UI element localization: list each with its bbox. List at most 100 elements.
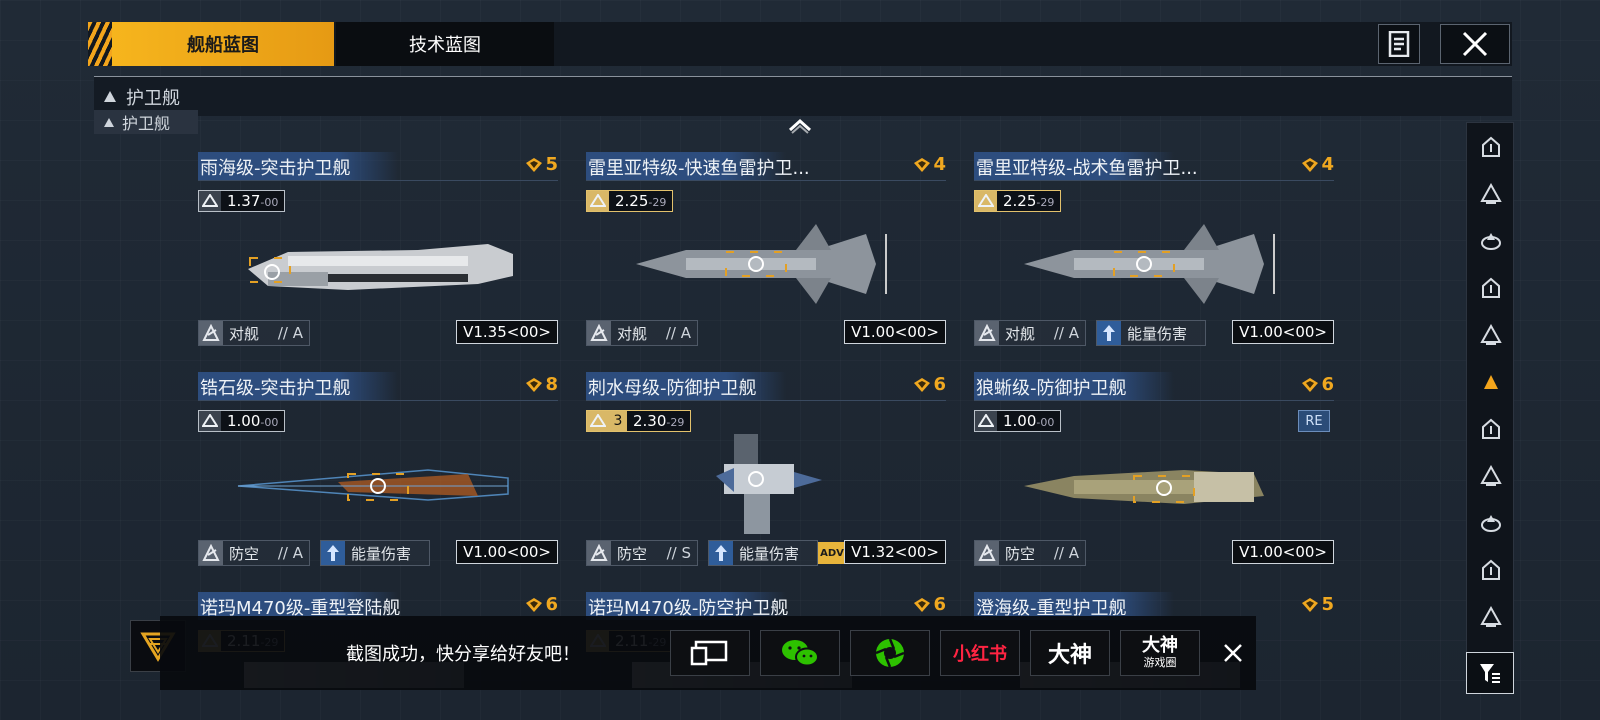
gem-icon [1302, 597, 1319, 612]
section-label: 护卫舰 [126, 87, 180, 109]
share-toast: 截图成功，快分享给好友吧！ 小红书 大神 大神 游戏圈 [160, 616, 1256, 690]
sidebar-item-hangar[interactable] [1471, 127, 1511, 167]
attribute-tag: 对舰 // A [974, 320, 1086, 346]
class-icon [587, 191, 609, 211]
level-main: 1.00 [227, 412, 261, 430]
gem-icon [1302, 157, 1319, 172]
card-title: 刺水母级-防御护卫舰 [588, 378, 757, 399]
level-pill: 1.00-00 [198, 410, 286, 432]
energy-icon [321, 541, 345, 565]
blueprint-card[interactable]: 狼蜥级-防御护卫舰 6 1.00-00 RE 防空 // A V1.00<00> [974, 372, 1340, 580]
tab-ship-blueprint[interactable]: 舰船蓝图 [112, 22, 334, 66]
sidebar-item-squad[interactable] [1471, 456, 1511, 496]
cost-value: 6 [1321, 374, 1334, 395]
frigate-icon [1484, 375, 1498, 389]
sidebar-item-station[interactable] [1471, 503, 1511, 543]
level-sub: 29 [1040, 196, 1055, 209]
gem-icon [526, 597, 543, 612]
gem-icon [914, 157, 931, 172]
sidebar-item-cruiser[interactable] [1471, 174, 1511, 214]
document-button[interactable] [1378, 24, 1420, 64]
cost-badge: 5 [1302, 594, 1334, 615]
cost-value: 6 [933, 374, 946, 395]
ship-image [1004, 434, 1314, 534]
screenshot-icon [690, 640, 728, 666]
cost-badge: 4 [914, 154, 946, 175]
cost-value: 5 [545, 154, 558, 175]
attribute-tag: 对舰 // A [586, 320, 698, 346]
chevron-up-icon[interactable] [786, 116, 814, 134]
sidebar-item-carrier[interactable] [1471, 221, 1511, 261]
wechat-share-button[interactable] [760, 630, 840, 676]
blueprint-card[interactable]: 雨海级-突击护卫舰 5 1.37-00 对舰 // A V1.35<00> [198, 152, 564, 360]
close-icon [1462, 31, 1488, 57]
level-sub: 00 [264, 416, 279, 429]
sidebar-item-support[interactable] [1471, 550, 1511, 590]
cost-badge: 5 [526, 154, 558, 175]
sidebar-item-frigate[interactable] [1471, 362, 1511, 402]
document-icon [1388, 31, 1410, 57]
cost-value: 6 [933, 594, 946, 615]
moments-icon [875, 638, 905, 668]
cost-value: 5 [1321, 594, 1334, 615]
tag-label: 能量伤害 [739, 544, 800, 563]
version-label: V1.35<00> [456, 320, 558, 344]
card-title: 雨海级-突击护卫舰 [200, 158, 351, 179]
dashen-game-sublabel: 游戏圈 [1143, 656, 1177, 669]
gem-icon [1302, 377, 1319, 392]
tab-tech-blueprint[interactable]: 技术蓝图 [336, 22, 554, 66]
level-pill: 1.00-00 [974, 410, 1062, 432]
blueprint-card[interactable]: 雷里亚特级-战术鱼雷护卫... 4 2.25-29 对舰 // A 能量伤害 V1.00<0… [974, 152, 1340, 360]
xiaohongshu-share-button[interactable]: 小红书 [940, 630, 1020, 676]
close-button[interactable] [1440, 24, 1510, 64]
blueprint-card[interactable]: 雷里亚特级-快速鱼雷护卫... 4 2.25-29 对舰 // A V1.00<00> [586, 152, 952, 360]
section-header[interactable]: 护卫舰 [94, 76, 1512, 116]
gem-icon [526, 377, 543, 392]
attribute-tag: 能量伤害 [708, 540, 818, 566]
screenshot-share-button[interactable] [670, 630, 750, 676]
cost-value: 6 [545, 594, 558, 615]
role-icon [199, 321, 223, 345]
tag-grade: // A [277, 544, 303, 562]
filter-button[interactable] [1466, 652, 1514, 694]
blueprint-card[interactable]: 锆石级-突击护卫舰 8 1.00-00 防空 // A 能量伤害 V1.00<00> [198, 372, 564, 580]
tag-grade: // A [277, 324, 303, 342]
cost-value: 4 [1321, 154, 1334, 175]
dashen-share-button[interactable]: 大神 [1030, 630, 1110, 676]
level-main: 2.25 [1003, 192, 1037, 210]
role-icon [975, 541, 999, 565]
cost-value: 8 [545, 374, 558, 395]
tag-label: 能量伤害 [1127, 324, 1188, 343]
sidebar-item-corvette[interactable] [1471, 409, 1511, 449]
station-icon [1481, 515, 1501, 532]
moments-share-button[interactable] [850, 630, 930, 676]
version-label: V1.32<00> [844, 540, 946, 564]
attribute-tag: 能量伤害 [320, 540, 430, 566]
sidebar-item-destroyer[interactable] [1471, 268, 1511, 308]
sticky-section-text: 护卫舰 [122, 114, 171, 133]
attribute-tag: 防空 // S [586, 540, 698, 566]
role-icon [587, 541, 611, 565]
sidebar-item-utility[interactable] [1471, 597, 1511, 637]
destroyer-icon [1482, 277, 1500, 298]
close-icon [1224, 644, 1242, 662]
carrier-icon [1481, 233, 1501, 250]
share-close-button[interactable] [1218, 638, 1248, 668]
blueprint-card[interactable]: 刺水母级-防御护卫舰 6 3 2.30-29 防空 // S 能量伤害 ADV V1.32<00… [586, 372, 952, 580]
tag-label: 防空 [1005, 544, 1036, 563]
divider [974, 180, 1334, 181]
card-title: 狼蜥级-防御护卫舰 [976, 378, 1127, 399]
hangar-icon [1482, 136, 1500, 157]
sidebar-item-frigate-small[interactable] [1471, 315, 1511, 355]
role-icon [199, 541, 223, 565]
level-sub: 29 [652, 196, 667, 209]
tag-label: 对舰 [617, 324, 648, 343]
class-icon [975, 411, 997, 431]
cost-badge: 6 [1302, 374, 1334, 395]
corvette-icon [1482, 418, 1500, 439]
gem-icon [526, 157, 543, 172]
version-label: V1.00<00> [456, 540, 558, 564]
dashen-game-share-button[interactable]: 大神 游戏圈 [1120, 630, 1200, 676]
level-value: 2.25-29 [1003, 192, 1055, 210]
cruiser-icon [1480, 183, 1502, 204]
